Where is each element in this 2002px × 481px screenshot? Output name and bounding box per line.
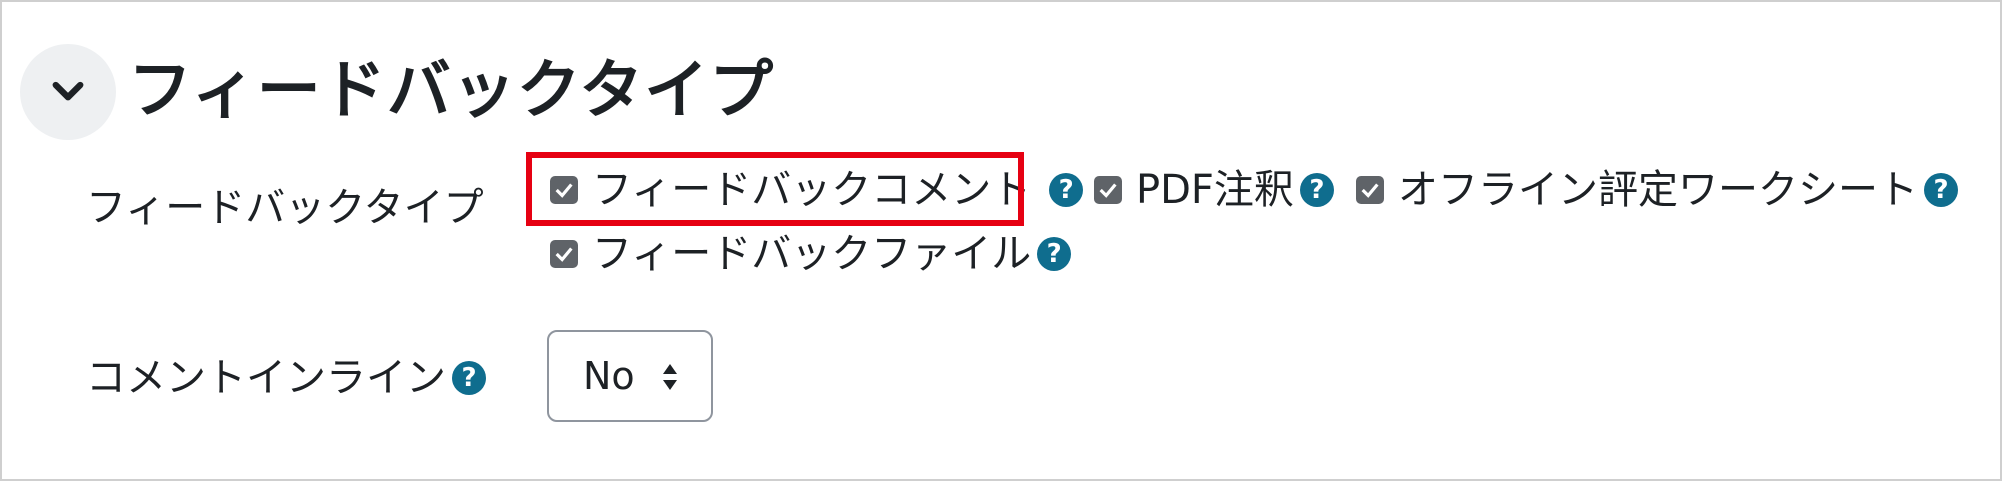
option-feedback-files[interactable]: フィードバックファイル ? bbox=[550, 226, 1072, 282]
pdf-annotation-checkbox[interactable] bbox=[1094, 176, 1122, 204]
collapse-section-button[interactable] bbox=[20, 44, 116, 140]
help-icon[interactable]: ? bbox=[1037, 237, 1072, 271]
sort-arrows-icon bbox=[663, 364, 677, 390]
section-title: フィードバックタイプ bbox=[128, 54, 775, 128]
offline-grading-worksheet-label: オフライン評定ワークシート bbox=[1398, 167, 1918, 213]
help-icon[interactable]: ? bbox=[1924, 173, 1958, 207]
highlight-box bbox=[526, 152, 1024, 226]
checkmark-icon bbox=[555, 247, 573, 262]
feedback-types-label: フィードバックタイプ bbox=[86, 185, 484, 231]
feedback-files-checkbox[interactable] bbox=[550, 240, 578, 268]
comment-inline-value: No bbox=[583, 354, 635, 398]
help-icon[interactable]: ? bbox=[1049, 173, 1084, 207]
comment-inline-label: コメントインライン bbox=[86, 355, 446, 401]
feedback-files-label: フィードバックファイル bbox=[592, 231, 1032, 277]
comment-inline-select[interactable]: No bbox=[547, 330, 713, 422]
chevron-down-icon bbox=[52, 81, 84, 101]
help-icon[interactable]: ? bbox=[452, 361, 486, 395]
pdf-annotation-label: PDF注釈 bbox=[1136, 167, 1294, 213]
comment-inline-label-row: コメントインライン ? bbox=[86, 350, 486, 406]
option-offline-grading-worksheet[interactable]: オフライン評定ワークシート ? bbox=[1356, 162, 1958, 218]
settings-panel: フィードバックタイプ フィードバックタイプ フィードバックコメント ? PDF注… bbox=[0, 0, 2002, 481]
checkmark-icon bbox=[1099, 183, 1117, 198]
help-icon[interactable]: ? bbox=[1299, 173, 1334, 207]
option-pdf-annotation[interactable]: PDF注釈 ? bbox=[1094, 162, 1334, 218]
checkmark-icon bbox=[1361, 183, 1379, 198]
offline-grading-worksheet-checkbox[interactable] bbox=[1356, 176, 1384, 204]
